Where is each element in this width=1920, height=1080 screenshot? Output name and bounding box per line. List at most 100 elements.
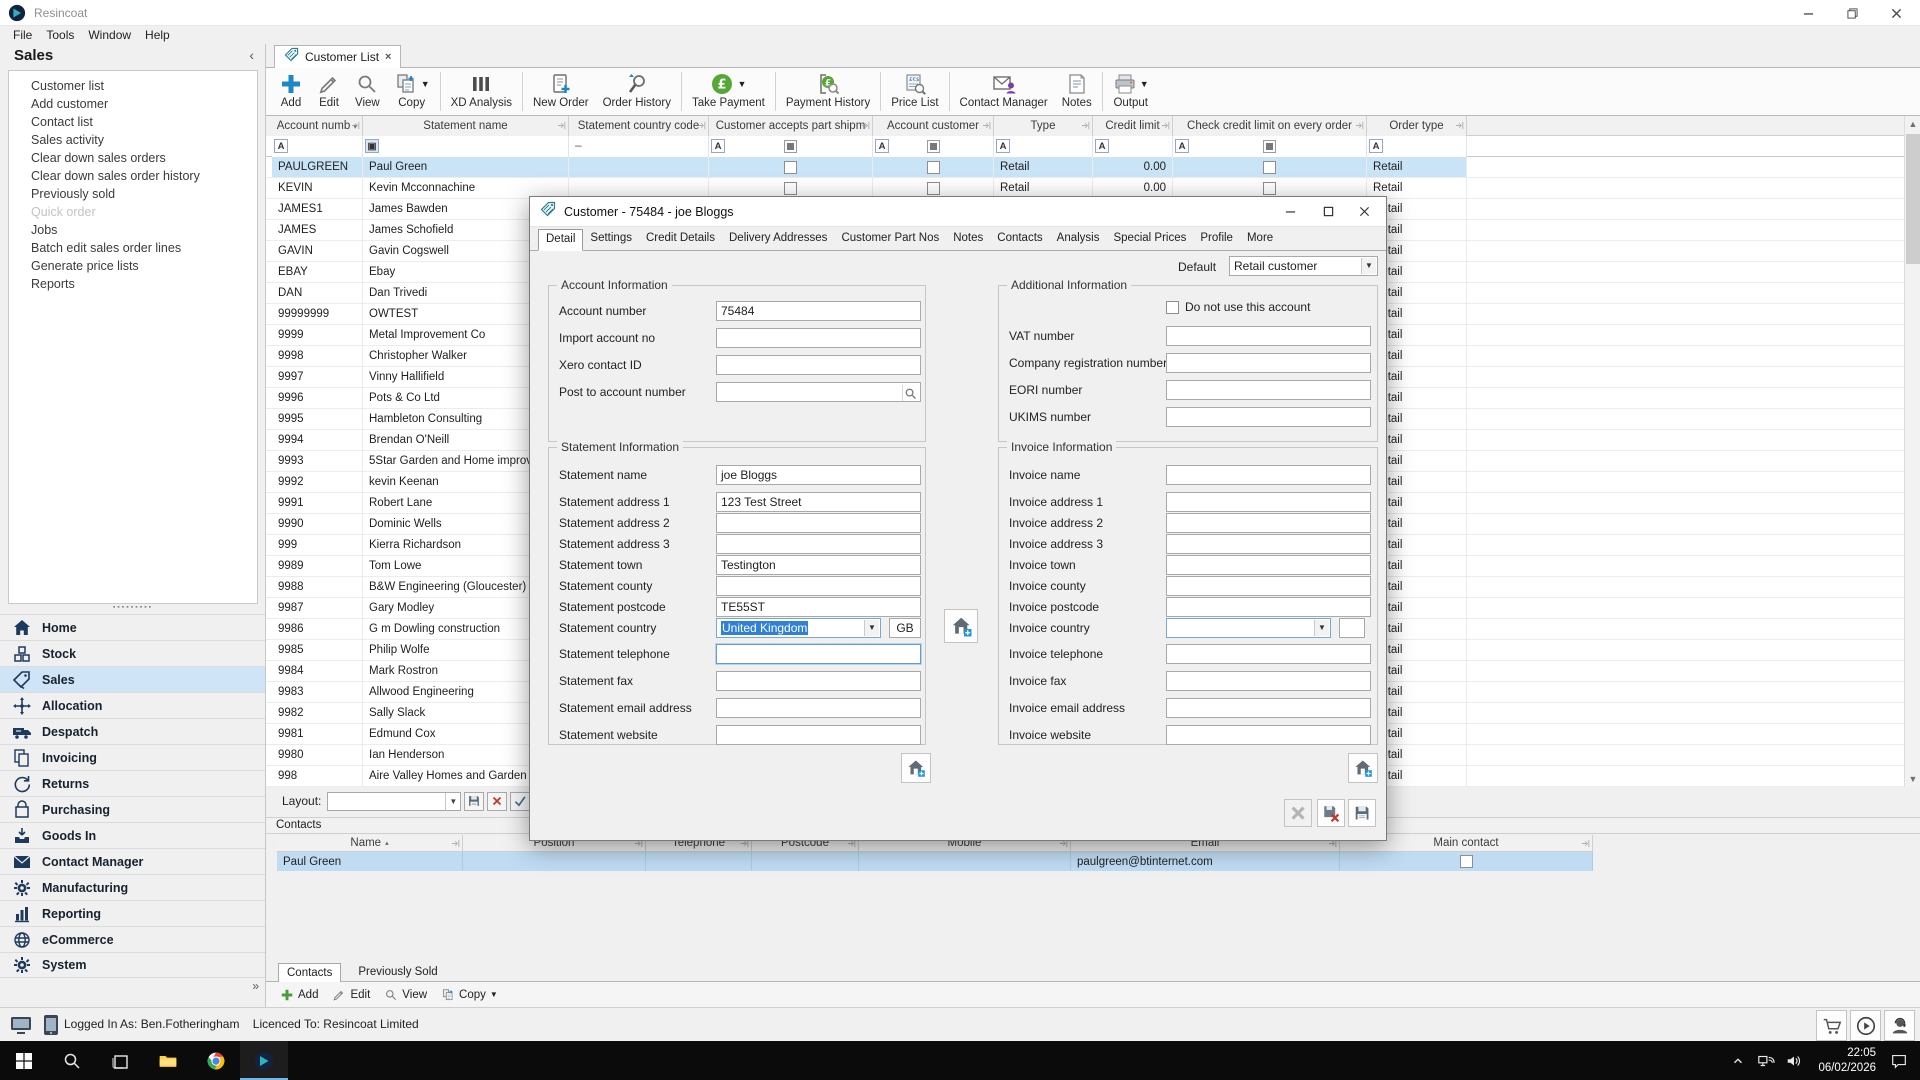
add-button[interactable]: Add [272, 68, 310, 115]
scroll-up-icon[interactable]: ▲ [1907, 118, 1919, 130]
copy-address-home-icon-button[interactable] [944, 609, 978, 643]
dialog-tab-profile[interactable]: Profile [1193, 229, 1240, 251]
grid-filter-cell[interactable]: A [272, 136, 363, 157]
file-explorer-icon[interactable] [144, 1041, 192, 1080]
column-pin-icon[interactable] [1581, 839, 1590, 848]
checkbox[interactable] [927, 161, 940, 174]
layout-delete-button[interactable] [487, 792, 507, 811]
field-input-statement-telephone[interactable] [716, 644, 921, 664]
support-icon-button[interactable] [1884, 1010, 1915, 1041]
grid-filter-cell[interactable]: – [569, 136, 709, 157]
field-input-statement-website[interactable] [716, 725, 921, 745]
dialog-tab-customer-part-nos[interactable]: Customer Part Nos [834, 229, 946, 251]
column-pin-icon[interactable] [1455, 121, 1464, 130]
bool-filter-icon[interactable] [927, 140, 940, 153]
bottom-tab-previously-sold[interactable]: Previously Sold [350, 963, 445, 982]
field-input-invoice-email-address[interactable] [1166, 698, 1371, 718]
contact-row[interactable]: Paul Greenpaulgreen@btinternet.com [272, 852, 1594, 871]
field-input-company-registration-number[interactable] [1166, 353, 1371, 373]
field-input-invoice-name[interactable] [1166, 465, 1371, 485]
grid-column-header-type[interactable]: Type [994, 116, 1093, 136]
grid-column-header-account-customer[interactable]: Account customer [873, 116, 994, 136]
checkbox[interactable] [1263, 161, 1276, 174]
field-input-import-account-no[interactable] [716, 328, 921, 348]
window-close-button[interactable] [1874, 0, 1918, 26]
dialog-tab-contacts[interactable]: Contacts [990, 229, 1049, 251]
chevron-down-icon[interactable]: ▼ [1361, 258, 1376, 274]
window-restore-button[interactable] [1830, 0, 1874, 26]
play-icon-button[interactable] [1850, 1010, 1881, 1041]
module-item-reporting[interactable]: Reporting [0, 900, 265, 926]
new-order-button[interactable]: New Order [526, 68, 596, 115]
grid-filter-cell[interactable]: A [709, 136, 873, 157]
grid-filter-cell[interactable]: A [1173, 136, 1367, 157]
chevron-down-icon[interactable]: ▼ [1314, 620, 1329, 636]
bottom-tab-contacts[interactable]: Contacts [278, 963, 341, 982]
column-pin-icon[interactable] [1161, 121, 1170, 130]
field-input-statement-address-1[interactable]: 123 Test Street [716, 492, 921, 512]
grid-filter-cell[interactable]: A [994, 136, 1093, 157]
notes-button[interactable]: Notes [1055, 68, 1099, 115]
checkbox[interactable] [784, 182, 797, 195]
checkbox[interactable] [784, 161, 797, 174]
taskbar-clock[interactable]: 22:05 06/02/2026 [1808, 1041, 1876, 1080]
module-item-contact-manager[interactable]: Contact Manager [0, 848, 265, 874]
dialog-tab-more[interactable]: More [1240, 229, 1280, 251]
price-list-button[interactable]: £€$Price List [884, 68, 945, 115]
bool-filter-icon[interactable] [1263, 140, 1276, 153]
start-button[interactable] [0, 1041, 48, 1080]
sidebar-item-generate-price-lists[interactable]: Generate price lists [9, 257, 257, 275]
menu-item-tools[interactable]: Tools [39, 28, 81, 42]
sidebar-item-sales-activity[interactable]: Sales activity [9, 131, 257, 149]
field-input-statement-town[interactable]: Testington [716, 555, 921, 575]
notification-center-icon[interactable] [1884, 1041, 1914, 1080]
grid-column-header-statement-name[interactable]: Statement name [363, 116, 569, 136]
grid-vertical-scrollbar[interactable]: ▲ ▼ [1904, 116, 1920, 787]
column-pin-icon[interactable] [697, 121, 706, 130]
dialog-save-button[interactable] [1348, 799, 1376, 827]
module-item-goods-in[interactable]: Goods In [0, 822, 265, 848]
grid-column-header-credit-limit[interactable]: Credit limit [1093, 116, 1173, 136]
default-customer-type-combo[interactable]: Retail customer ▼ [1229, 256, 1378, 276]
sidebar-item-clear-down-sales-order-history[interactable]: Clear down sales order history [9, 167, 257, 185]
dialog-tab-special-prices[interactable]: Special Prices [1106, 229, 1193, 251]
module-item-allocation[interactable]: Allocation [0, 692, 265, 718]
dialog-save-close-button[interactable] [1317, 799, 1345, 827]
contacts-view-button[interactable]: View [384, 988, 427, 1002]
text-filter-icon[interactable]: A [875, 139, 889, 153]
chevron-down-icon[interactable]: ▼ [864, 620, 879, 636]
chevron-down-icon[interactable]: ▼ [737, 79, 746, 89]
device-icon[interactable] [38, 1013, 64, 1037]
column-pin-icon[interactable] [861, 121, 870, 130]
scrollbar-thumb[interactable] [1906, 134, 1920, 264]
payment-history-button[interactable]: £Payment History [779, 68, 877, 115]
field-input-invoice-postcode[interactable] [1166, 597, 1371, 617]
cart-icon-button[interactable] [1816, 1010, 1847, 1041]
statement-copy-home-icon-button[interactable] [901, 753, 931, 783]
column-pin-icon[interactable] [451, 839, 460, 848]
tray-chevron-up-icon[interactable] [1724, 1041, 1752, 1080]
module-item-despatch[interactable]: Despatch [0, 718, 265, 744]
sidebar-item-batch-edit-sales-order-lines[interactable]: Batch edit sales order lines [9, 239, 257, 257]
text-filter-icon[interactable]: A [711, 139, 725, 153]
field-code-statement-country[interactable]: GB [889, 618, 921, 638]
search-icon[interactable] [902, 385, 918, 401]
text-filter-icon[interactable]: A [274, 139, 288, 153]
grid-filter-cell[interactable]: ▣ [363, 136, 569, 157]
chevron-down-icon[interactable]: ▼ [445, 793, 460, 810]
field-input-invoice-website[interactable] [1166, 725, 1371, 745]
menu-item-file[interactable]: File [6, 28, 39, 42]
sidebar-item-contact-list[interactable]: Contact list [9, 113, 257, 131]
sidebar-item-reports[interactable]: Reports [9, 275, 257, 293]
contact-manager-button[interactable]: Contact Manager [953, 68, 1055, 115]
grid-column-header-check-credit-limit-on-every-order[interactable]: Check credit limit on every order [1173, 116, 1367, 136]
dialog-titlebar[interactable]: Customer - 75484 - joe Bloggs [530, 197, 1386, 227]
contacts-edit-button[interactable]: Edit [332, 988, 370, 1002]
module-item-home[interactable]: Home [0, 614, 265, 640]
field-input-invoice-address-3[interactable] [1166, 534, 1371, 554]
menu-item-help[interactable]: Help [138, 28, 177, 42]
field-input-invoice-fax[interactable] [1166, 671, 1371, 691]
grid-filter-cell[interactable]: A [1093, 136, 1173, 157]
column-pin-icon[interactable] [557, 121, 566, 130]
field-input-invoice-town[interactable] [1166, 555, 1371, 575]
